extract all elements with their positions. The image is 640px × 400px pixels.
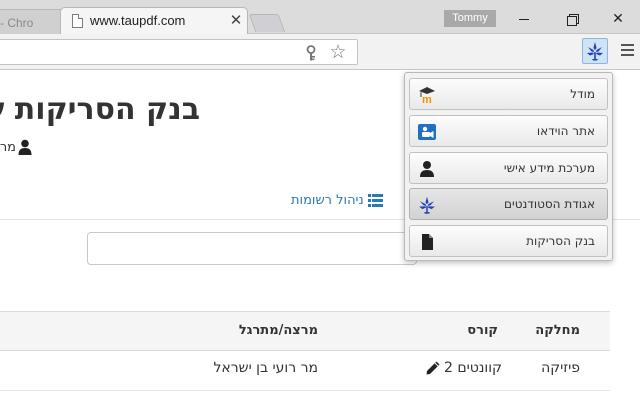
user-icon xyxy=(18,139,32,155)
extension-popup-menu: m מודל אתר הוידאו מערכת מידע אישי אגודת … xyxy=(404,72,613,261)
menu-item-student-union-label: אגודת הסטודנטים xyxy=(504,197,595,211)
menu-item-video-site-label: אתר הוידאו xyxy=(536,124,595,138)
menu-item-scan-bank[interactable]: בנק הסריקות xyxy=(409,225,608,257)
maximize-button[interactable] xyxy=(560,10,584,28)
minimize-icon xyxy=(519,18,529,20)
new-tab-button[interactable] xyxy=(248,14,286,32)
menu-item-personal-info-label: מערכת מידע אישי xyxy=(503,161,595,175)
document-icon xyxy=(422,234,433,250)
tab-close-icon[interactable]: ✕ xyxy=(228,11,244,29)
window-close-button[interactable]: ✕ xyxy=(606,10,630,28)
tab-previous[interactable]: - Chro xyxy=(0,9,66,34)
pencil-icon[interactable] xyxy=(425,360,441,376)
menu-item-video-site[interactable]: אתר הוידאו xyxy=(409,115,608,147)
table-row: פיזיקה קוונטים 2 מר רועי בן ישראל xyxy=(0,351,610,391)
student-union-icon xyxy=(587,42,603,61)
tau-extension-button[interactable] xyxy=(582,38,608,64)
browser-menu-button[interactable] xyxy=(618,41,636,61)
cell-lecturer: מר רועי בן ישראל xyxy=(213,360,318,376)
tab-previous-title: - Chro xyxy=(0,16,34,30)
table-header: מחלקה קורס מרצה/מתרגל xyxy=(0,311,610,351)
tab-active[interactable]: www.taupdf.com ✕ xyxy=(60,8,248,35)
manage-records-label: ניהול רשומות xyxy=(291,193,364,208)
column-header-course[interactable]: קורס xyxy=(467,323,498,338)
manage-records-link[interactable]: ניהול רשומות xyxy=(291,193,383,208)
minimize-button[interactable] xyxy=(512,10,536,28)
cell-course-text: קוונטים 2 xyxy=(443,360,502,376)
column-header-lecturer[interactable]: מרצה/מתרגל xyxy=(239,323,318,338)
title-bar: - Chro www.taupdf.com ✕ Tommy ✕ xyxy=(0,0,640,35)
moodle-icon: m xyxy=(419,87,435,105)
menu-item-moodle[interactable]: m מודל xyxy=(409,78,608,110)
student-union-icon xyxy=(419,196,435,214)
tab-active-title: www.taupdf.com xyxy=(90,13,186,28)
author-text: מר xyxy=(0,140,16,155)
svg-text:m: m xyxy=(422,94,432,105)
page-title-area: בנק הסריקות ש xyxy=(0,88,200,132)
search-input[interactable] xyxy=(87,232,417,265)
page-icon xyxy=(72,14,83,28)
restore-icon xyxy=(566,13,579,26)
key-icon[interactable] xyxy=(304,45,318,61)
address-bar[interactable]: ☆ xyxy=(0,39,358,65)
author-line: מר xyxy=(0,138,36,158)
video-icon xyxy=(418,124,436,140)
column-header-department[interactable]: מחלקה xyxy=(535,323,580,338)
cell-course: קוונטים 2 xyxy=(425,360,502,376)
cell-department: פיזיקה xyxy=(541,360,580,376)
menu-item-student-union[interactable]: אגודת הסטודנטים xyxy=(409,188,608,220)
menu-item-moodle-label: מודל xyxy=(570,87,595,101)
menu-item-scan-bank-label: בנק הסריקות xyxy=(526,234,595,248)
browser-toolbar: ☆ xyxy=(0,34,640,70)
person-icon xyxy=(420,161,434,177)
bookmark-star-icon[interactable]: ☆ xyxy=(327,41,349,63)
list-icon xyxy=(367,194,383,207)
profile-badge[interactable]: Tommy xyxy=(444,10,496,27)
page-title: בנק הסריקות ש xyxy=(0,92,200,127)
menu-item-personal-info[interactable]: מערכת מידע אישי xyxy=(409,152,608,184)
